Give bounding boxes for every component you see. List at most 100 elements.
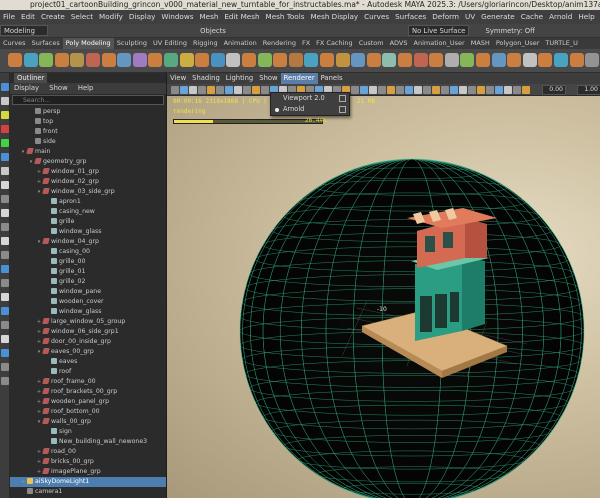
- viewport-tool-icon[interactable]: [243, 86, 251, 94]
- menu-create[interactable]: Create: [38, 10, 68, 24]
- viewport-tool-icon[interactable]: [423, 86, 431, 94]
- viewport-tool-icon[interactable]: [414, 86, 422, 94]
- outliner-item[interactable]: casing_new: [10, 207, 166, 217]
- shelf-tab-fx[interactable]: FX: [299, 38, 313, 49]
- outliner-item[interactable]: grille: [10, 217, 166, 227]
- outliner-item[interactable]: casing_00: [10, 247, 166, 257]
- shelf-tool-icon[interactable]: [8, 53, 22, 67]
- shelf-tool-icon[interactable]: [507, 53, 522, 67]
- tool-icon[interactable]: [1, 153, 9, 161]
- viewport-menu-renderer[interactable]: Renderer: [280, 73, 318, 84]
- viewport-tool-icon[interactable]: [477, 86, 485, 94]
- shelf-tool-icon[interactable]: [164, 53, 178, 67]
- viewport-tool-icon[interactable]: [225, 86, 233, 94]
- expand-toggle-icon[interactable]: ▾: [36, 237, 42, 247]
- shelf-tool-icon[interactable]: [86, 53, 100, 67]
- outliner-search-input[interactable]: Search...: [12, 95, 164, 105]
- outliner-menu-display[interactable]: Display: [10, 83, 43, 94]
- shelf-tool-icon[interactable]: [132, 53, 147, 67]
- shelf-tool-icon[interactable]: [148, 53, 163, 67]
- shelf-tab-custom[interactable]: Custom: [356, 38, 387, 49]
- expand-toggle-icon[interactable]: ▾: [36, 417, 42, 427]
- menu-surfaces[interactable]: Surfaces: [392, 10, 429, 24]
- shelf-tool-icon[interactable]: [39, 53, 54, 67]
- shelf-tool-icon[interactable]: [413, 53, 428, 67]
- outliner-item[interactable]: + road_00: [10, 447, 166, 457]
- viewport-tool-icon[interactable]: [360, 86, 368, 94]
- outliner-item[interactable]: + roof_bottom_00: [10, 407, 166, 417]
- shelf-tab-poly-modeling[interactable]: Poly Modeling: [62, 38, 114, 49]
- outliner-item[interactable]: + large_window_05_group: [10, 317, 166, 327]
- symmetry-label[interactable]: Symmetry: Off: [486, 24, 535, 37]
- viewport-tool-icon[interactable]: [216, 86, 224, 94]
- renderer-viewport2-item[interactable]: Viewport 2.0: [271, 93, 349, 104]
- outliner-item[interactable]: persp: [10, 107, 166, 117]
- tool-icon[interactable]: [1, 125, 9, 133]
- outliner-item[interactable]: + roof_brackets_00_grp: [10, 387, 166, 397]
- menu-mesh-tools[interactable]: Mesh Tools: [263, 10, 308, 24]
- expand-toggle-icon[interactable]: +: [36, 407, 42, 417]
- menu-uv[interactable]: UV: [462, 10, 478, 24]
- tool-icon[interactable]: [1, 321, 9, 329]
- tool-icon[interactable]: [1, 237, 9, 245]
- shelf-tool-icon[interactable]: [398, 53, 412, 67]
- shelf-tool-icon[interactable]: [242, 53, 256, 67]
- viewport-tool-icon[interactable]: [189, 86, 197, 94]
- viewport-menu-panels[interactable]: Panels: [318, 73, 346, 84]
- shelf-tool-icon[interactable]: [382, 53, 397, 67]
- objects-label[interactable]: Objects: [200, 24, 226, 37]
- shelf-tool-icon[interactable]: [70, 53, 85, 67]
- menu-modify[interactable]: Modify: [96, 10, 126, 24]
- live-surface-field[interactable]: No Live Surface: [408, 25, 470, 36]
- viewport-menu-lighting[interactable]: Lighting: [223, 73, 256, 84]
- tool-icon[interactable]: [1, 181, 9, 189]
- menu-edit[interactable]: Edit: [18, 10, 38, 24]
- viewport-tool-icon[interactable]: [261, 86, 269, 94]
- shelf-tab-curves[interactable]: Curves: [0, 38, 29, 49]
- expand-toggle-icon[interactable]: +: [36, 167, 42, 177]
- expand-toggle-icon[interactable]: ▾: [20, 147, 26, 157]
- viewport-tool-icon[interactable]: [513, 86, 521, 94]
- shelf-tool-icon[interactable]: [288, 53, 303, 67]
- shelf-tool-icon[interactable]: [179, 53, 194, 67]
- outliner-item[interactable]: grille_02: [10, 277, 166, 287]
- tool-icon[interactable]: [1, 335, 9, 343]
- viewport-tool-icon[interactable]: [369, 86, 377, 94]
- shelf-tab-advs[interactable]: ADVS: [387, 38, 411, 49]
- viewport-tool-icon[interactable]: [378, 86, 386, 94]
- tool-icon[interactable]: [1, 377, 9, 385]
- shelf-tool-icon[interactable]: [444, 53, 459, 67]
- tool-icon[interactable]: [1, 251, 9, 259]
- shelf-tab-rigging[interactable]: Rigging: [190, 38, 221, 49]
- tool-icon[interactable]: [1, 209, 9, 217]
- shelf-tab-fx-caching[interactable]: FX Caching: [313, 38, 356, 49]
- menu-mesh-display[interactable]: Mesh Display: [307, 10, 361, 24]
- viewport-tool-icon[interactable]: [351, 86, 359, 94]
- expand-toggle-icon[interactable]: +: [36, 387, 42, 397]
- option-box-icon[interactable]: [339, 95, 346, 102]
- shelf-tool-icon[interactable]: [491, 53, 506, 67]
- tool-icon[interactable]: [1, 307, 9, 315]
- outliner-item[interactable]: grille_01: [10, 267, 166, 277]
- menu-select[interactable]: Select: [68, 10, 96, 24]
- renderer-arnold-item[interactable]: Arnold: [271, 104, 349, 115]
- outliner-item[interactable]: grille_00: [10, 257, 166, 267]
- shelf-tab-turtle_u[interactable]: TURTLE_U: [542, 38, 580, 49]
- shelf-tool-icon[interactable]: [335, 53, 350, 67]
- expand-toggle-icon[interactable]: +: [36, 467, 42, 477]
- gamma-field[interactable]: 1.00: [577, 85, 600, 95]
- expand-toggle-icon[interactable]: +: [36, 177, 42, 187]
- shelf-tool-icon[interactable]: [54, 53, 69, 67]
- shelf-tool-icon[interactable]: [226, 53, 241, 67]
- outliner-tab[interactable]: Outliner: [14, 73, 48, 83]
- outliner-item[interactable]: New_building_wall_newone3: [10, 437, 166, 447]
- shelf-tab-uv-editing[interactable]: UV Editing: [150, 38, 190, 49]
- tool-icon[interactable]: [1, 293, 9, 301]
- outliner-item[interactable]: sign: [10, 427, 166, 437]
- viewport-3d[interactable]: -10 00:00:16 2318x1868 | CPU | v 21 MB r…: [167, 96, 600, 498]
- expand-toggle-icon[interactable]: ▾: [36, 347, 42, 357]
- outliner-item[interactable]: + window_06_side_grp1: [10, 327, 166, 337]
- expand-toggle-icon[interactable]: +: [36, 377, 42, 387]
- outliner-item[interactable]: + window_01_grp: [10, 167, 166, 177]
- viewport-tool-icon[interactable]: [207, 86, 215, 94]
